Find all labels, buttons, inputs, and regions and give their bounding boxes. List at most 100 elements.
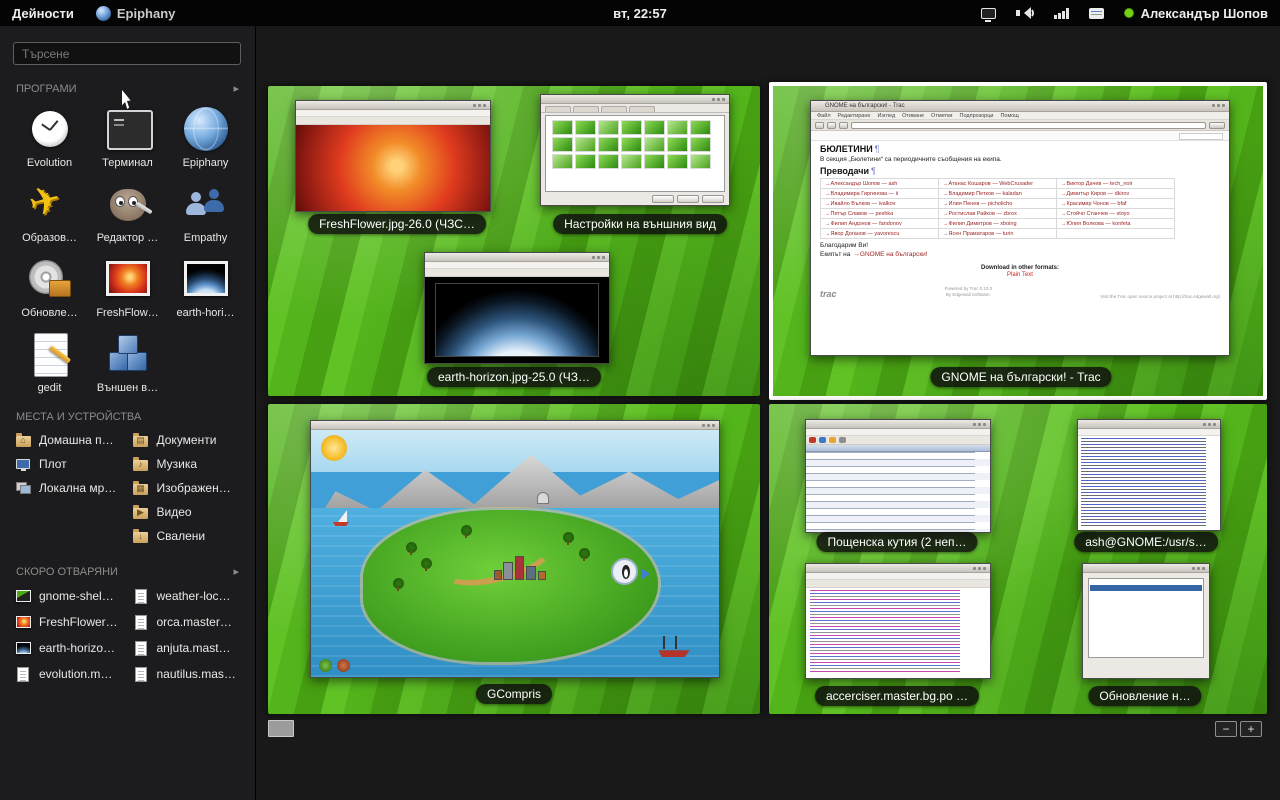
window-evolution-mail[interactable]	[805, 419, 991, 533]
app-label: Образов…	[11, 232, 89, 244]
app-software-update[interactable]: Обновле…	[11, 253, 89, 319]
downloads-folder-icon: ↓	[132, 530, 150, 543]
window-gcompris[interactable]	[310, 420, 720, 678]
window-title-label: GCompris	[476, 684, 552, 704]
recent-item[interactable]: orca.master…	[128, 609, 246, 635]
place-downloads[interactable]: ↓ Свалени	[128, 524, 246, 548]
url-bar[interactable]	[851, 122, 1206, 129]
app-evolution[interactable]: Evolution	[11, 103, 89, 169]
recent-item[interactable]: anjuta.mast…	[128, 635, 246, 661]
recent-item[interactable]: evolution.m…	[10, 661, 128, 687]
place-music[interactable]: ♪ Музика	[128, 452, 246, 476]
recent-item[interactable]: earth-horizo…	[10, 635, 128, 661]
forward-button[interactable]	[827, 122, 836, 129]
trac-logo: trac	[820, 289, 837, 299]
window-update-manager[interactable]	[1082, 563, 1210, 679]
activities-button[interactable]: Дейности	[0, 0, 86, 26]
flower-thumbnail-icon	[14, 616, 32, 628]
go-button[interactable]	[1209, 122, 1225, 129]
volume-icon[interactable]	[1016, 7, 1034, 19]
app-gcompris[interactable]: ✈ Образов…	[11, 178, 89, 244]
app-freshflower-image[interactable]: FreshFlow…	[89, 253, 167, 319]
back-button[interactable]	[815, 122, 824, 129]
place-documents[interactable]: ▤ Документи	[128, 428, 246, 452]
text-file-icon	[132, 615, 150, 630]
window-title-label: ash@GNOME:/usr/s…	[1074, 532, 1218, 552]
window-trac-browser[interactable]: GNOME на български! - Trac ФайлРедактира…	[810, 100, 1230, 356]
search-input[interactable]	[13, 42, 241, 65]
recent-label: orca.master…	[157, 615, 232, 629]
place-pictures[interactable]: ▦ Изображен…	[128, 476, 246, 500]
app-external-volumes[interactable]: Външен в…	[89, 328, 167, 394]
recent-item[interactable]: FreshFlower…	[10, 609, 128, 635]
window-gedit-po-file[interactable]	[805, 563, 991, 679]
app-earth-image[interactable]: earth-hori…	[167, 253, 245, 319]
empathy-icon	[180, 178, 232, 230]
volumes-icon	[102, 328, 154, 380]
recent-item[interactable]: nautilus.mas…	[128, 661, 246, 687]
user-menu[interactable]: Александър Шопов	[1124, 6, 1268, 21]
text-file-icon	[132, 641, 150, 656]
thanks-text: Благодарим Ви!	[820, 242, 1220, 249]
plain-text-link[interactable]: Plain Text	[820, 272, 1220, 278]
input-method-icon[interactable]	[1089, 8, 1104, 19]
app-menu[interactable]: Epiphany	[86, 6, 186, 21]
wallpaper-thumbnails	[545, 115, 725, 192]
gcompris-plane-icon: ✈	[24, 178, 76, 230]
team-text: Екипът на→GNOME на български!	[820, 251, 1220, 258]
recent-item[interactable]: gnome-shel…	[10, 583, 128, 609]
network-signal-icon[interactable]	[1054, 8, 1069, 19]
recent-items-list: gnome-shel… FreshFlower… earth-horizo… e…	[10, 583, 245, 687]
window-earth-viewer[interactable]	[424, 252, 610, 364]
recent-expand-icon[interactable]: ▸	[233, 565, 239, 578]
place-label: Плот	[39, 457, 67, 471]
place-label: Свалени	[157, 529, 206, 543]
workspace-3[interactable]: GCompris	[268, 404, 760, 714]
place-home[interactable]: ⌂ Домашна п…	[10, 428, 128, 452]
app-gedit[interactable]: gedit	[11, 328, 89, 394]
window-title-label: GNOME на български! - Trac	[930, 367, 1111, 387]
place-desktop[interactable]: Плот	[10, 452, 128, 476]
app-gimp[interactable]: Редактор …	[89, 178, 167, 244]
trac-nav-band	[811, 131, 1229, 141]
app-label: Epiphany	[167, 157, 245, 169]
app-epiphany[interactable]: Epiphany	[167, 103, 245, 169]
place-videos[interactable]: ▶ Видео	[128, 500, 246, 524]
programs-expand-icon[interactable]: ▸	[233, 82, 239, 95]
workspace-indicator[interactable]	[268, 720, 294, 737]
app-empathy[interactable]: Empathy	[167, 178, 245, 244]
earth-thumbnail-icon	[14, 642, 32, 654]
places-list: ⌂ Домашна п… Плот Локална мр… ▤ Документ…	[10, 428, 245, 548]
po-file-text	[806, 588, 990, 678]
add-workspace-button[interactable]: +	[1240, 721, 1262, 737]
place-local-network[interactable]: Локална мр…	[10, 476, 128, 500]
display-icon[interactable]	[981, 8, 996, 19]
recent-label: gnome-shel…	[39, 589, 114, 603]
music-folder-icon: ♪	[132, 458, 150, 471]
places-section-header: МЕСТА И УСТРОЙСТВА	[16, 411, 239, 423]
recent-item[interactable]: weather-loc…	[128, 583, 246, 609]
flower-image	[296, 125, 490, 211]
programs-section-header: ПРОГРАМИ ▸	[16, 82, 239, 95]
recent-label: earth-horizo…	[39, 641, 115, 655]
app-terminal[interactable]: Терминал	[89, 103, 167, 169]
gnome-bg-link[interactable]: →GNOME на български!	[853, 251, 927, 258]
terminal-output	[1078, 436, 1220, 530]
place-label: Локална мр…	[39, 481, 116, 495]
app-label: Обновле…	[11, 307, 89, 319]
reload-button[interactable]	[839, 122, 848, 129]
workspace-4[interactable]: Пощенска кутия (2 неп… ash@GNOME:/usr/s……	[769, 404, 1267, 714]
clock[interactable]: вт, 22:57	[613, 6, 667, 21]
workspace-2-active[interactable]: GNOME на български! - Trac ФайлРедактира…	[769, 82, 1267, 400]
app-label: gedit	[11, 382, 89, 394]
remove-workspace-button[interactable]: −	[1215, 721, 1237, 737]
recent-header-label: СКОРО ОТВАРЯНИ	[16, 566, 118, 578]
window-terminal[interactable]	[1077, 419, 1221, 531]
window-freshflower-viewer[interactable]	[295, 100, 491, 212]
workspace-1[interactable]: FreshFlower.jpg-26.0 (ЧЗС… Настройки на …	[268, 86, 760, 396]
window-appearance-settings[interactable]	[540, 94, 730, 206]
download-heading: Download in other formats:	[820, 265, 1220, 271]
text-file-icon	[132, 589, 150, 604]
screenshot-thumbnail-icon	[14, 590, 32, 602]
network-icon	[14, 482, 32, 494]
